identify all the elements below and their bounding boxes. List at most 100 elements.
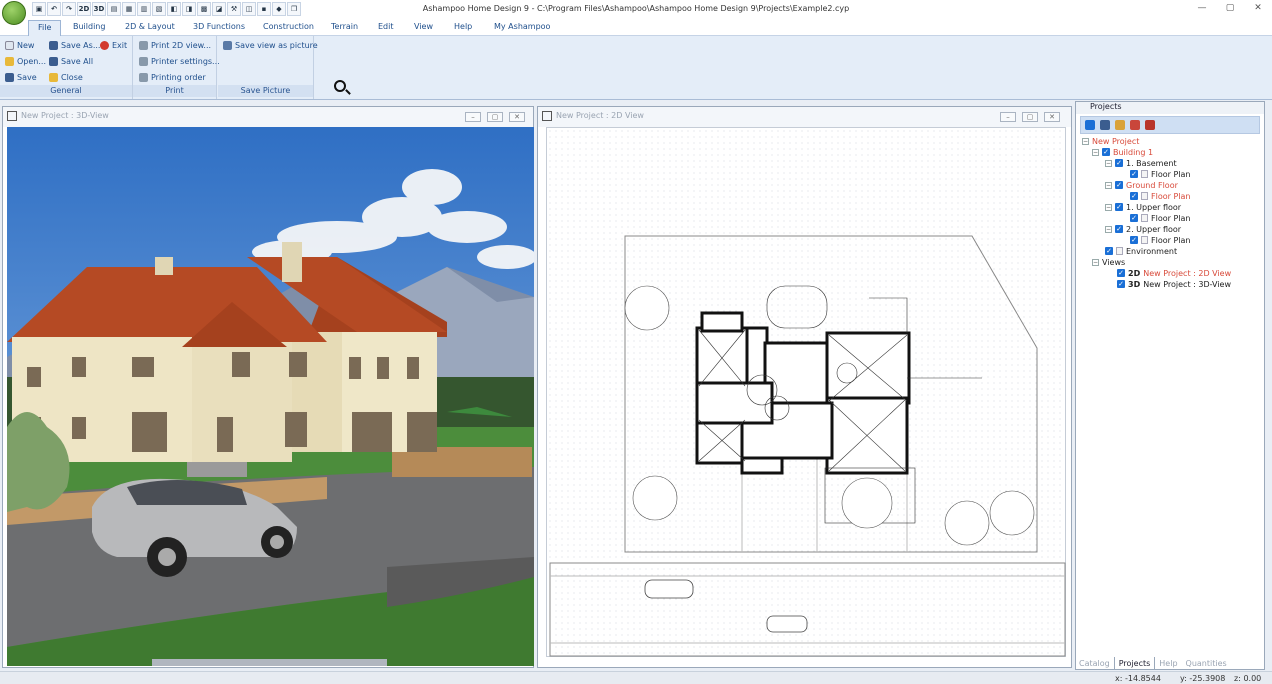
tab-3d-functions[interactable]: 3D Functions	[193, 22, 245, 31]
tab-help[interactable]: Help	[454, 22, 472, 31]
save-as-button[interactable]: Save As...	[49, 41, 100, 50]
tree-item-ground-floor-plan[interactable]: ✓ Floor Plan	[1130, 191, 1190, 201]
tree-item-ground-floor[interactable]: − ✓ Ground Floor	[1105, 180, 1178, 190]
menu-bar: File Building 2D & Layout 3D Functions C…	[0, 20, 1272, 37]
numbering-icon[interactable]	[1100, 120, 1110, 130]
tab-my-ashampoo[interactable]: My Ashampoo	[494, 22, 550, 31]
collapse-icon[interactable]: −	[1105, 159, 1112, 167]
checkbox[interactable]: ✓	[1130, 214, 1138, 222]
checkbox[interactable]: ✓	[1102, 148, 1110, 156]
collapse-icon[interactable]: −	[1105, 225, 1112, 233]
printer-settings-button[interactable]: Printer settings...	[139, 57, 220, 66]
view-3d-minimize-button[interactable]: –	[465, 112, 481, 122]
printing-order-button[interactable]: Printing order	[139, 73, 206, 82]
save-view-as-picture-button[interactable]: Save view as picture	[223, 41, 318, 50]
checkbox[interactable]: ✓	[1115, 225, 1123, 233]
group-general: New Open... Save Save As... Save All Clo…	[0, 36, 133, 99]
tree-item-basement[interactable]: − ✓ 1. Basement	[1105, 158, 1177, 168]
collapse-icon[interactable]: −	[1105, 181, 1112, 189]
floor-plan-canvas[interactable]	[546, 127, 1066, 657]
tree-item-view-3d[interactable]: ✓ 3D New Project : 3D-View	[1117, 279, 1231, 289]
checkbox[interactable]: ✓	[1117, 280, 1125, 288]
view-2d-minimize-button[interactable]: –	[1000, 112, 1016, 122]
tab-construction[interactable]: Construction	[263, 22, 314, 31]
group-save-picture-label: Save Picture	[218, 85, 313, 97]
tab-2d-layout[interactable]: 2D & Layout	[125, 22, 175, 31]
maximize-button[interactable]: ▢	[1220, 3, 1240, 13]
tab-edit[interactable]: Edit	[378, 22, 394, 31]
floor-plan-icon	[1141, 236, 1148, 244]
tree-item-environment[interactable]: ✓ Environment	[1105, 246, 1177, 256]
house-icon[interactable]	[1145, 120, 1155, 130]
checkbox[interactable]: ✓	[1115, 159, 1123, 167]
delete-icon[interactable]	[1130, 120, 1140, 130]
checkbox[interactable]: ✓	[1115, 203, 1123, 211]
save-all-button[interactable]: Save All	[49, 57, 93, 66]
projects-panel: Projects − New Project − ✓ Building 1 − ✓ 1. …	[1075, 101, 1265, 670]
group-save-picture: Save view as picture Save Picture	[218, 36, 318, 99]
minimize-button[interactable]: —	[1192, 3, 1212, 13]
printer-settings-icon	[139, 57, 148, 66]
tree-item-upper-floor-2-plan[interactable]: ✓ Floor Plan	[1130, 235, 1190, 245]
printer-icon	[139, 41, 148, 50]
tab-catalog[interactable]: Catalog	[1075, 657, 1114, 670]
tree-item-views[interactable]: − Views	[1092, 257, 1125, 267]
check-icon[interactable]	[1085, 120, 1095, 130]
collapse-icon[interactable]: −	[1082, 137, 1089, 145]
close-button[interactable]: ✕	[1248, 3, 1268, 13]
exit-icon	[100, 41, 109, 50]
save-all-icon	[49, 57, 58, 66]
checkbox[interactable]: ✓	[1105, 247, 1113, 255]
tab-quantities[interactable]: Quantities	[1182, 657, 1231, 670]
coord-y: y: -25.3908	[1180, 674, 1226, 683]
tree-item-upper-floor-2[interactable]: − ✓ 2. Upper floor	[1105, 224, 1181, 234]
collapse-icon[interactable]: −	[1092, 148, 1099, 156]
floor-plan-icon	[1141, 214, 1148, 222]
save-icon	[5, 73, 14, 82]
checkbox[interactable]: ✓	[1117, 269, 1125, 277]
print-2d-button[interactable]: Print 2D view...	[139, 41, 211, 50]
tab-help-panel[interactable]: Help	[1155, 657, 1181, 670]
exit-button[interactable]: Exit	[100, 41, 127, 50]
tab-view[interactable]: View	[414, 22, 433, 31]
open-button[interactable]: Open...	[5, 57, 46, 66]
tab-building[interactable]: Building	[73, 22, 105, 31]
checkbox[interactable]: ✓	[1115, 181, 1123, 189]
view-2d-maximize-button[interactable]: ▢	[1022, 112, 1038, 122]
view-2d-window: New Project : 2D View – ▢ ✕	[537, 106, 1072, 668]
tree-item-building[interactable]: − ✓ Building 1	[1092, 147, 1153, 157]
collapse-icon[interactable]: −	[1105, 203, 1112, 211]
group-print: Print 2D view... Printer settings... Pri…	[133, 36, 220, 99]
picture-icon	[223, 41, 232, 50]
tree-item-new-project[interactable]: − New Project	[1082, 136, 1139, 146]
view-2d-title: New Project : 2D View	[556, 111, 644, 120]
close-project-button[interactable]: Close	[49, 73, 83, 82]
tree-item-basement-floor-plan[interactable]: ✓ Floor Plan	[1130, 169, 1190, 179]
view-2d-close-button[interactable]: ✕	[1044, 112, 1060, 122]
checkbox[interactable]: ✓	[1130, 170, 1138, 178]
view-3d-maximize-button[interactable]: ▢	[487, 112, 503, 122]
new-button[interactable]: New	[5, 41, 34, 50]
checkbox[interactable]: ✓	[1130, 192, 1138, 200]
scene-3d-viewport[interactable]	[7, 127, 534, 666]
building-add-icon[interactable]	[1115, 120, 1125, 130]
tab-file[interactable]: File	[28, 20, 62, 37]
coord-x: x: -14.8544	[1115, 674, 1161, 683]
tree-item-upper-floor-1[interactable]: − ✓ 1. Upper floor	[1105, 202, 1181, 212]
status-bar: x: -14.8544 y: -25.3908 z: 0.00	[0, 671, 1272, 684]
view-3d-title: New Project : 3D-View	[21, 111, 109, 120]
checkbox[interactable]: ✓	[1130, 236, 1138, 244]
tab-projects[interactable]: Projects	[1113, 657, 1156, 670]
app-menu-icon[interactable]	[2, 1, 26, 25]
tree-item-view-2d[interactable]: ✓ 2D New Project : 2D View	[1117, 268, 1231, 278]
view-3d-window: New Project : 3D-View – ▢ ✕	[2, 106, 534, 668]
collapse-icon[interactable]: −	[1092, 258, 1099, 266]
view-3d-tag: 3D	[1128, 279, 1141, 289]
save-button[interactable]: Save	[5, 73, 37, 82]
save-as-icon	[49, 41, 58, 50]
tree-item-upper-floor-1-plan[interactable]: ✓ Floor Plan	[1130, 213, 1190, 223]
tab-terrain[interactable]: Terrain	[331, 22, 358, 31]
floor-plan-drawing	[549, 235, 1066, 657]
view-2d-tag: 2D	[1128, 268, 1141, 278]
view-3d-close-button[interactable]: ✕	[509, 112, 525, 122]
